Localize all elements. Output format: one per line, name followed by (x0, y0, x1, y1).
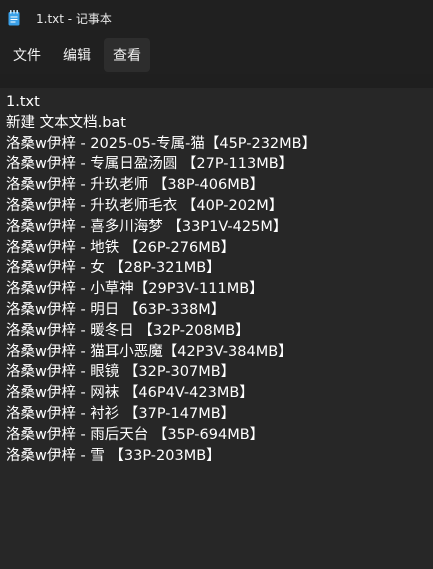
window-title: 1.txt - 记事本 (36, 11, 112, 26)
text-line: 洛桑w伊梓 - 升玖老师 【38P-406MB】 (6, 177, 265, 194)
text-line: 洛桑w伊梓 - 明日 【63P-338M】 (6, 301, 226, 318)
text-line: 洛桑w伊梓 - 专属日盈汤圆 【27P-113MB】 (6, 156, 294, 173)
menu-view[interactable]: 查看 (104, 38, 150, 72)
text-line: 洛桑w伊梓 - 网袜 【46P4V-423MB】 (6, 385, 254, 402)
menu-bar: 文件 编辑 查看 (0, 36, 433, 74)
text-line: 新建 文本文档.bat (6, 114, 126, 131)
text-line: 洛桑w伊梓 - 猫耳小恶魔【42P3V-384MB】 (6, 343, 293, 360)
text-line: 洛桑w伊梓 - 2025-05-专属-猫【45P-232MB】 (6, 135, 317, 152)
text-line: 洛桑w伊梓 - 眼镜 【32P-307MB】 (6, 364, 236, 381)
text-line: 1.txt (6, 94, 40, 110)
menu-edit[interactable]: 编辑 (54, 38, 100, 72)
notepad-icon (8, 10, 20, 26)
text-line: 洛桑w伊梓 - 衬衫 【37P-147MB】 (6, 405, 236, 422)
text-line: 洛桑w伊梓 - 女 【28P-321MB】 (6, 260, 221, 277)
text-line: 洛桑w伊梓 - 暖冬日 【32P-208MB】 (6, 322, 250, 339)
menu-file[interactable]: 文件 (4, 38, 50, 72)
text-line: 洛桑w伊梓 - 地铁 【26P-276MB】 (6, 239, 236, 256)
title-bar: 1.txt - 记事本 (0, 0, 433, 36)
text-line: 洛桑w伊梓 - 小草神【29P3V-111MB】 (6, 281, 264, 298)
text-line: 洛桑w伊梓 - 雨后天台 【35P-694MB】 (6, 426, 265, 443)
text-line: 洛桑w伊梓 - 雪 【33P-203MB】 (6, 447, 221, 464)
text-line: 洛桑w伊梓 - 喜多川海梦 【33P1V-425M】 (6, 218, 288, 235)
text-editor-area[interactable]: 1.txt 新建 文本文档.bat 洛桑w伊梓 - 2025-05-专属-猫【4… (0, 88, 433, 569)
text-line: 洛桑w伊梓 - 升玖老师毛衣 【40P-202M】 (6, 197, 284, 214)
